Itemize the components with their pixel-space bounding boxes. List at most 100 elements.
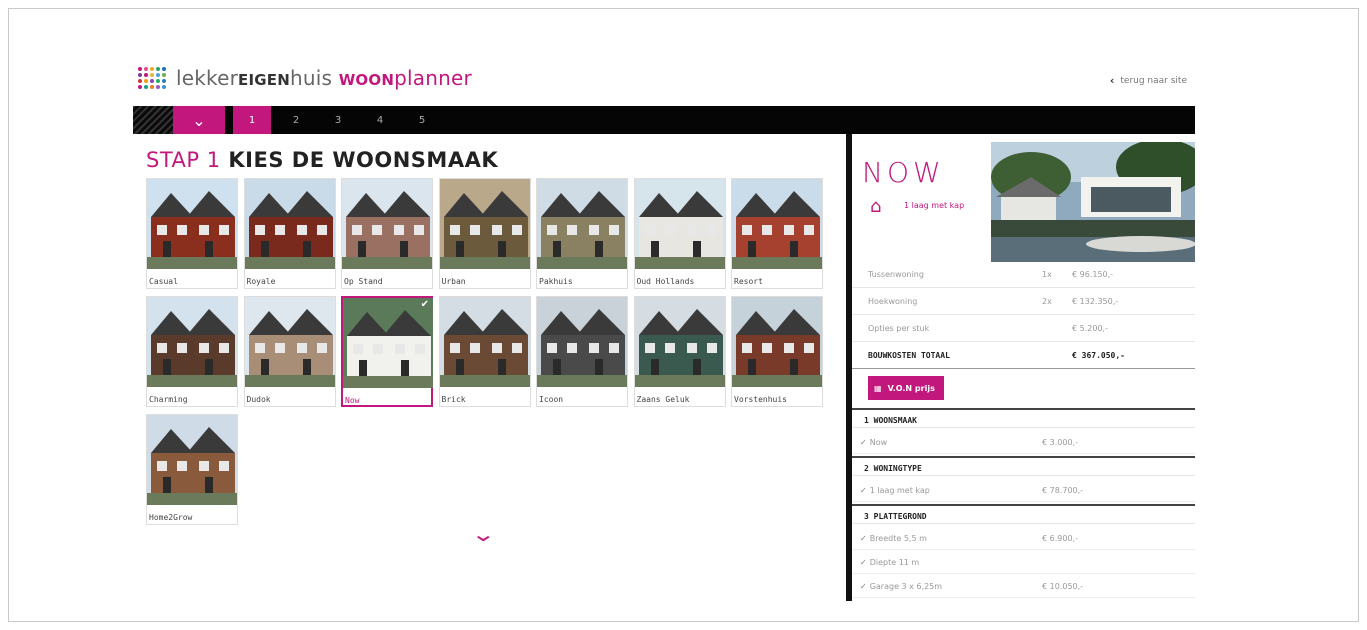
logo-dot xyxy=(162,85,166,89)
woonsmaak-label: Now xyxy=(345,396,360,405)
logo-dots-icon xyxy=(138,67,166,89)
step-tab-2[interactable]: 2 xyxy=(275,106,317,134)
step-tabs: 12345 xyxy=(233,106,443,134)
logo-text: lekkerEIGENhuis WOONplanner xyxy=(176,66,472,90)
woonsmaak-thumbnail xyxy=(342,179,432,269)
woonsmaak-label: Casual xyxy=(149,277,178,286)
selected-style-name: NOW xyxy=(862,156,945,189)
woonsmaak-thumbnail xyxy=(439,297,530,387)
woonsmaak-thumbnail xyxy=(537,179,627,269)
woonsmaak-tile[interactable]: Urban xyxy=(438,178,531,289)
chevron-down-icon: ⌄ xyxy=(192,110,206,130)
woonsmaak-thumbnail xyxy=(439,179,530,269)
woonsmaak-tile[interactable]: Oud Hollands xyxy=(633,178,726,289)
woonsmaak-label: Home2Grow xyxy=(149,513,193,522)
menu-dropdown-button[interactable]: ⌄ xyxy=(173,106,225,134)
price-row-label: Tussenwoning xyxy=(868,270,924,279)
logo-dot xyxy=(162,73,166,77)
woonsmaak-thumbnail xyxy=(244,297,335,387)
woonsmaak-thumbnail xyxy=(732,179,822,269)
woonsmaak-tile[interactable]: Op Stand xyxy=(341,178,433,289)
selected-style-photo xyxy=(991,142,1195,262)
woonsmaak-thumbnail xyxy=(244,179,335,269)
woonsmaak-thumbnail xyxy=(343,298,433,388)
summary-item-row: ✓ 1 laag met kap € 78.700,- xyxy=(852,480,1195,502)
back-link-label: terug naar site xyxy=(1120,75,1187,86)
price-row: Tussenwoning 1x € 96.150,- xyxy=(852,262,1195,288)
von-price-button[interactable]: ▦ V.O.N prijs xyxy=(868,376,944,400)
logo-dot xyxy=(144,73,148,77)
hatch-decoration xyxy=(133,106,173,134)
logo-dot xyxy=(138,79,142,83)
logo-dot xyxy=(150,73,154,77)
logo-dot xyxy=(144,85,148,89)
woonsmaak-tile[interactable]: Casual xyxy=(146,178,238,289)
woonsmaak-label: Oud Hollands xyxy=(636,277,695,286)
summary-section-heading: 1 WOONSMAAK xyxy=(852,408,1195,428)
chevron-left-icon: ‹ xyxy=(1109,74,1115,87)
price-row-label: Opties per stuk xyxy=(868,324,930,333)
summary-item-price: € 6.900,- xyxy=(1042,534,1078,543)
woonsmaak-thumbnail xyxy=(537,297,627,387)
woonsmaak-thumbnail xyxy=(147,297,237,387)
step-tab-5[interactable]: 5 xyxy=(401,106,443,134)
woonsmaak-label: Zaans Geluk xyxy=(636,395,690,404)
price-row-qty: 1x xyxy=(1042,270,1052,279)
price-row-qty: 2x xyxy=(1042,297,1052,306)
logo-dot xyxy=(144,79,148,83)
price-row-price: € 132.350,- xyxy=(1072,297,1119,306)
price-row: Hoekwoning 2x € 132.350,- xyxy=(852,289,1195,315)
check-icon: ✓ xyxy=(860,582,867,591)
woonsmaak-thumbnail xyxy=(147,179,237,269)
summary-item-price: € 10.050,- xyxy=(1042,582,1084,591)
woonsmaak-label: Resort xyxy=(734,277,763,286)
woonsmaak-tile[interactable]: Royale xyxy=(243,178,336,289)
woonsmaak-tile[interactable]: Home2Grow xyxy=(146,414,238,525)
woonsmaak-thumbnail xyxy=(732,297,822,387)
woonsmaak-label: Charming xyxy=(149,395,188,404)
summary-item-label: Now xyxy=(869,438,888,447)
woonsmaak-tile[interactable]: Vorstenhuis xyxy=(731,296,823,407)
logo-dot xyxy=(162,67,166,71)
woonsmaak-thumbnail xyxy=(634,297,725,387)
logo-dot xyxy=(156,73,160,77)
woonsmaak-label: Pakhuis xyxy=(539,277,573,286)
step-tab-4[interactable]: 4 xyxy=(359,106,401,134)
summary-item-row: ✓ Diepte 11 m xyxy=(852,552,1195,574)
woonsmaak-label: Vorstenhuis xyxy=(734,395,787,404)
price-row: Opties per stuk € 5.200,- xyxy=(852,316,1195,342)
calculator-icon: ▦ xyxy=(874,383,882,393)
summary-section-heading: 2 WONINGTYPE xyxy=(852,456,1195,476)
woonsmaak-tile[interactable]: Dudok xyxy=(243,296,336,407)
price-row-price: € 96.150,- xyxy=(1072,270,1114,279)
price-row-price: € 5.200,- xyxy=(1072,324,1108,333)
woonsmaak-label: Op Stand xyxy=(344,277,383,286)
woonsmaak-tile[interactable]: Icoon xyxy=(536,296,628,407)
woonsmaak-tile[interactable]: Pakhuis xyxy=(536,178,628,289)
summary-item-price: € 78.700,- xyxy=(1042,486,1084,495)
back-to-site-link[interactable]: ‹ terug naar site xyxy=(1110,74,1187,87)
logo-dot xyxy=(156,79,160,83)
woonsmaak-tile[interactable]: Zaans Geluk xyxy=(633,296,726,407)
summary-item-price: € 3.000,- xyxy=(1042,438,1078,447)
page-title: STAP 1 KIES DE WOONSMAAK xyxy=(146,148,499,172)
summary-item-label: Breedte 5,5 m xyxy=(869,534,927,543)
logo-dot xyxy=(156,67,160,71)
check-icon: ✓ xyxy=(860,438,867,447)
woonsmaak-tile[interactable]: Brick xyxy=(438,296,531,407)
check-icon: ✓ xyxy=(860,558,867,567)
step-tab-3[interactable]: 3 xyxy=(317,106,359,134)
woonsmaak-tile[interactable]: Resort xyxy=(731,178,823,289)
scroll-down-chevron-icon[interactable]: ⌄ xyxy=(471,522,496,546)
woonsmaak-tile[interactable]: Charming xyxy=(146,296,238,407)
logo-dot xyxy=(162,79,166,83)
summary-item-row: ✓ Breedte 5,5 m € 6.900,- xyxy=(852,528,1195,550)
step-tab-1[interactable]: 1 xyxy=(233,106,271,134)
check-icon: ✓ xyxy=(860,534,867,543)
logo-dot xyxy=(138,67,142,71)
woonsmaak-tile[interactable]: Now ✔ xyxy=(341,296,433,407)
woonsmaak-label: Royale xyxy=(246,277,276,286)
logo[interactable]: lekkerEIGENhuis WOONplanner xyxy=(138,58,472,98)
summary-panel: NOW ⌂ 1 laag met kap Tussenwoning 1x € 9… xyxy=(846,134,1195,601)
woonsmaak-thumbnail xyxy=(147,415,237,505)
